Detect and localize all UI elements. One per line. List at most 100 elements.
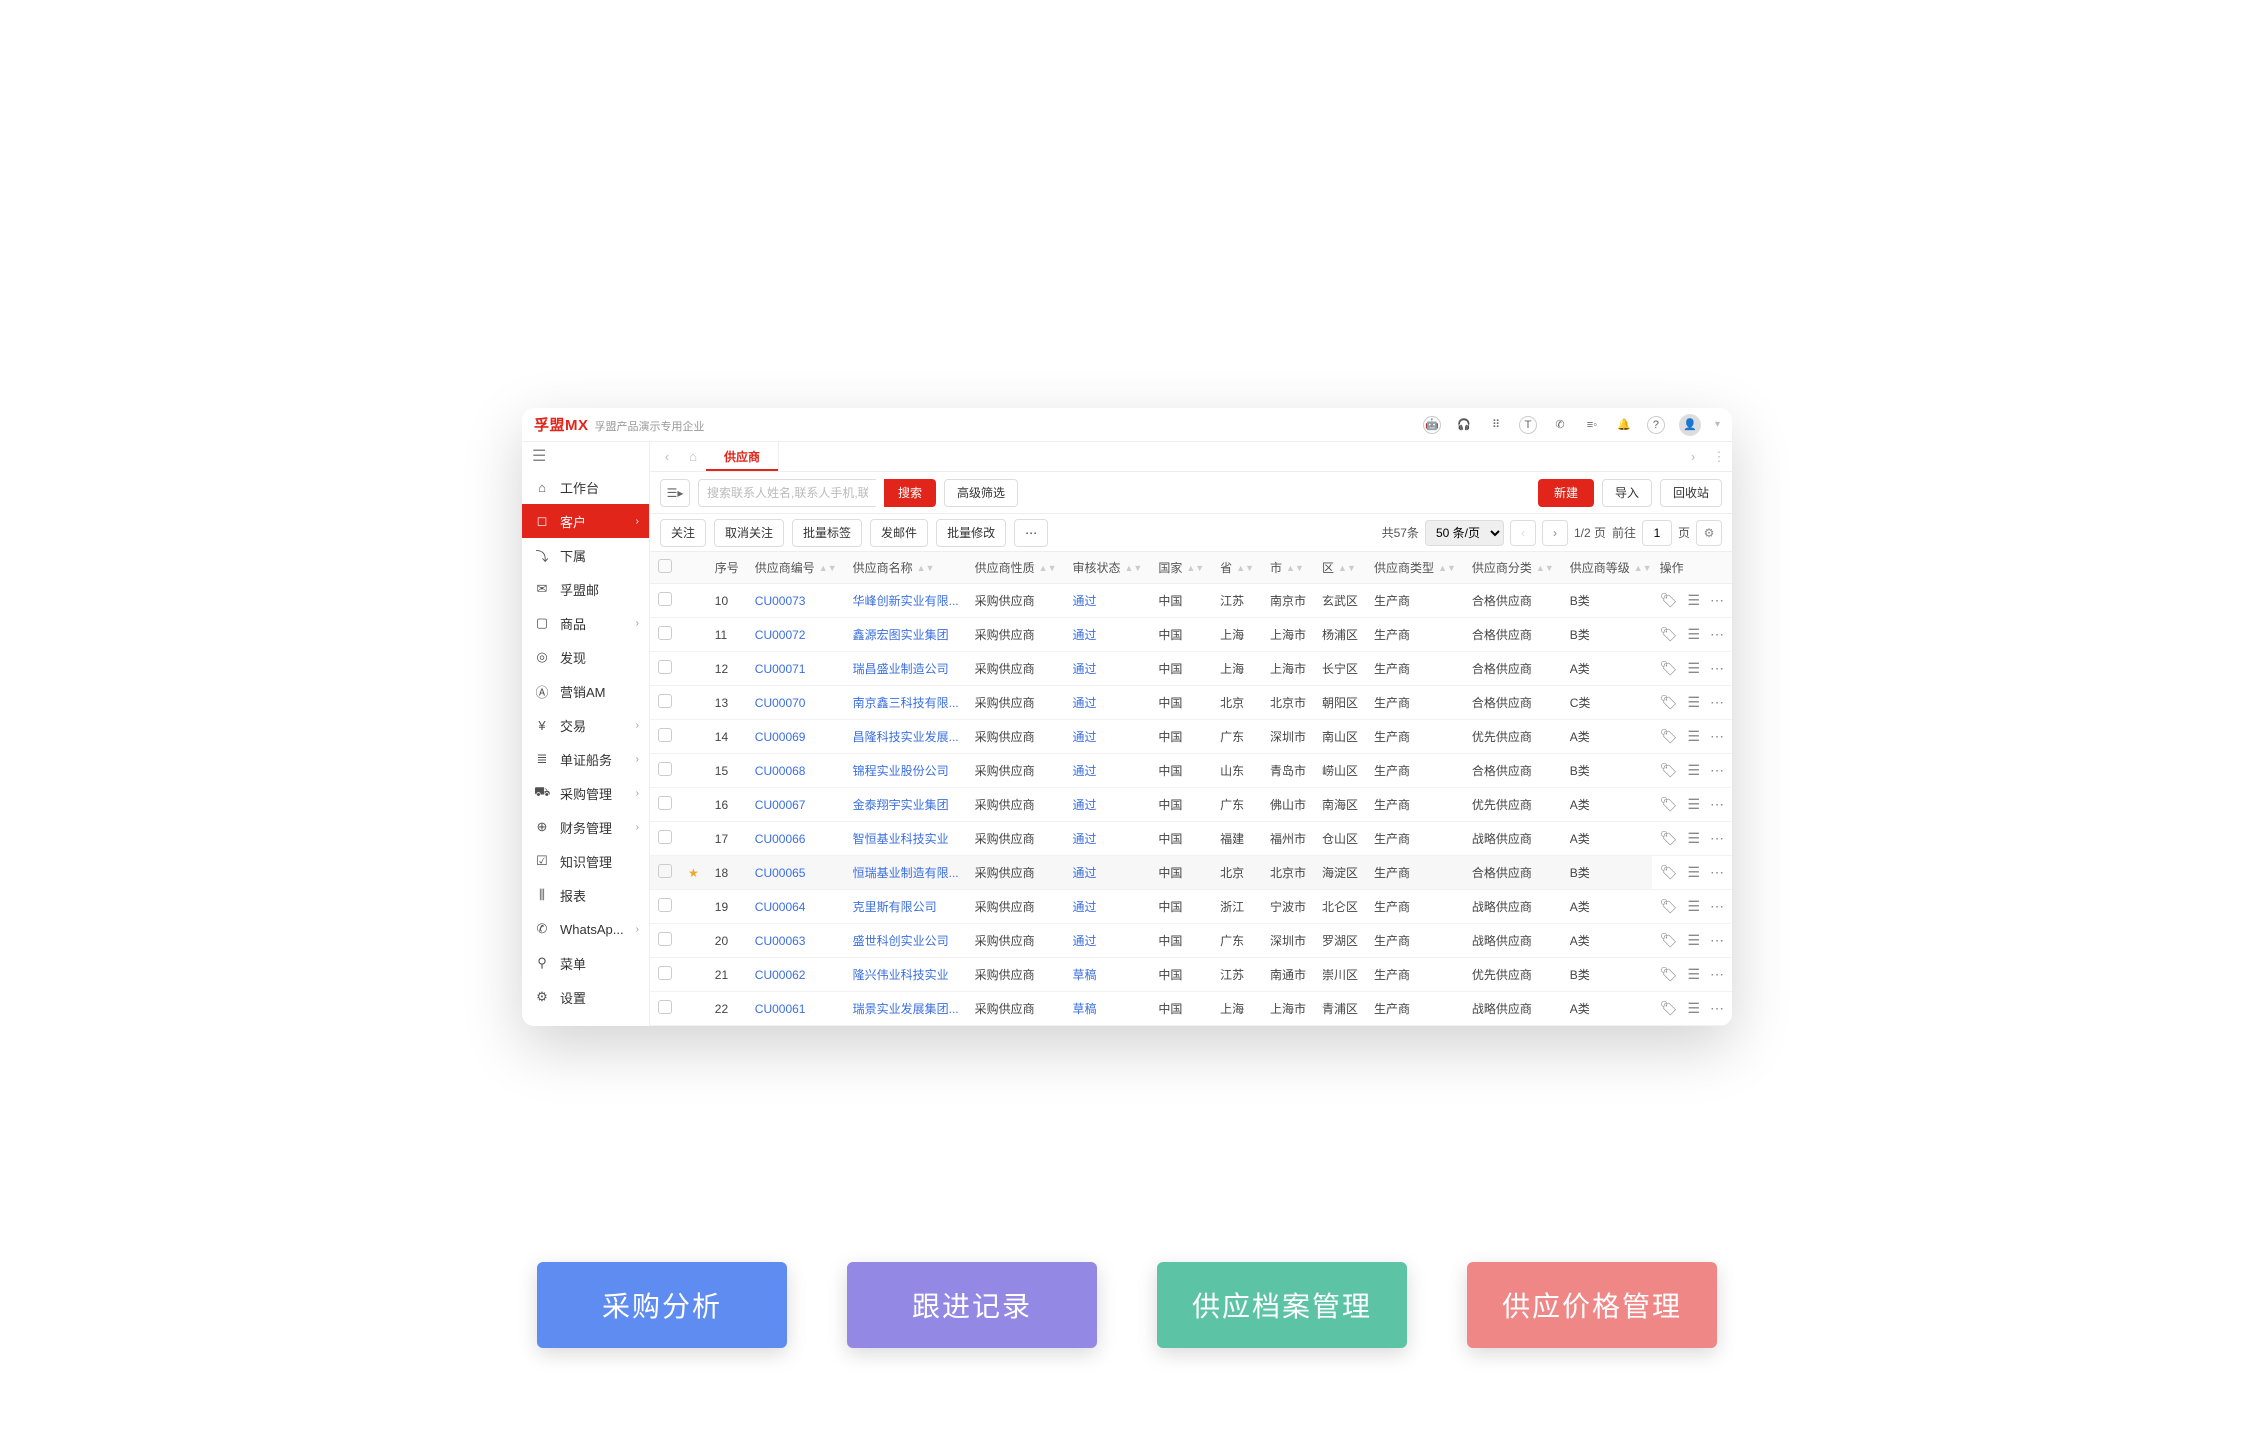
detail-icon[interactable]: ☰: [1687, 932, 1700, 949]
more-icon[interactable]: ⋯: [1710, 626, 1724, 643]
cell-supplier-name[interactable]: 智恒基业科技实业: [853, 832, 949, 846]
cell-audit[interactable]: 通过: [1072, 900, 1096, 914]
whatsapp-icon[interactable]: ✆: [1551, 416, 1569, 434]
adv-filter-button[interactable]: 高级筛选: [944, 479, 1018, 507]
chevron-down-icon[interactable]: ▾: [1715, 419, 1720, 430]
cell-supplier-name[interactable]: 金泰翔宇实业集团: [853, 798, 949, 812]
pager-prev-button[interactable]: ‹: [1510, 520, 1536, 546]
detail-icon[interactable]: ☰: [1687, 966, 1700, 983]
help-icon[interactable]: ?: [1647, 416, 1665, 434]
table-row[interactable]: 10CU00073华峰创新实业有限...采购供应商通过中国江苏南京市玄武区生产商…: [650, 584, 1732, 618]
sidebar-item-13[interactable]: ✆WhatsAp...›: [522, 912, 649, 946]
col-city[interactable]: 市▲▼: [1262, 552, 1314, 584]
tab-next-icon[interactable]: ›: [1680, 442, 1706, 471]
cell-audit[interactable]: 通过: [1072, 798, 1096, 812]
cell-supplier-id[interactable]: CU00069: [755, 730, 806, 744]
row-checkbox[interactable]: [658, 626, 672, 640]
action-button-3[interactable]: 发邮件: [870, 519, 928, 547]
cell-supplier-name[interactable]: 瑞昌盛业制造公司: [853, 662, 949, 676]
pager-goto-input[interactable]: [1642, 520, 1672, 546]
cell-supplier-id[interactable]: CU00062: [755, 968, 806, 982]
action-button-4[interactable]: 批量修改: [936, 519, 1006, 547]
col-supplier-name[interactable]: 供应商名称▲▼: [845, 552, 967, 584]
detail-icon[interactable]: ☰: [1687, 592, 1700, 609]
table-scroll[interactable]: 序号 供应商编号▲▼ 供应商名称▲▼ 供应商性质▲▼ 审核状态▲▼ 国家▲▼ 省…: [650, 552, 1732, 1026]
row-checkbox[interactable]: [658, 1000, 672, 1014]
currency-icon[interactable]: T: [1519, 416, 1537, 434]
sidebar-item-12[interactable]: ⫼报表: [522, 878, 649, 912]
cell-supplier-name[interactable]: 鑫源宏图实业集团: [853, 628, 949, 642]
pager-page-size[interactable]: 50 条/页: [1425, 520, 1504, 546]
cell-audit[interactable]: 通过: [1072, 832, 1096, 846]
detail-icon[interactable]: ☰: [1687, 728, 1700, 745]
tab-suppliers[interactable]: 供应商: [706, 442, 779, 471]
cell-supplier-id[interactable]: CU00065: [755, 866, 806, 880]
detail-icon[interactable]: ☰: [1687, 1000, 1700, 1017]
cell-audit[interactable]: 通过: [1072, 594, 1096, 608]
cell-audit[interactable]: 通过: [1072, 764, 1096, 778]
col-audit[interactable]: 审核状态▲▼: [1064, 552, 1150, 584]
cell-supplier-name[interactable]: 昌隆科技实业发展...: [853, 730, 959, 744]
new-button[interactable]: 新建: [1538, 479, 1594, 507]
row-checkbox[interactable]: [658, 796, 672, 810]
avatar[interactable]: 👤: [1679, 414, 1701, 436]
sidebar-item-0[interactable]: ⌂工作台: [522, 470, 649, 504]
search-button[interactable]: 搜索: [884, 479, 936, 507]
table-row[interactable]: 14CU00069昌隆科技实业发展...采购供应商通过中国广东深圳市南山区生产商…: [650, 720, 1732, 754]
row-checkbox[interactable]: [658, 728, 672, 742]
tag-icon[interactable]: 🏷: [1660, 1000, 1678, 1017]
table-row[interactable]: 19CU00064克里斯有限公司采购供应商通过中国浙江宁波市北仑区生产商战略供应…: [650, 890, 1732, 924]
sidebar-item-9[interactable]: ⛟采购管理›: [522, 776, 649, 810]
sidebar-item-6[interactable]: Ⓐ营销AM: [522, 674, 649, 708]
detail-icon[interactable]: ☰: [1687, 694, 1700, 711]
table-row[interactable]: 11CU00072鑫源宏图实业集团采购供应商通过中国上海上海市杨浦区生产商合格供…: [650, 618, 1732, 652]
tag-icon[interactable]: 🏷: [1660, 592, 1678, 609]
row-checkbox[interactable]: [658, 694, 672, 708]
more-icon[interactable]: ⋯: [1710, 762, 1724, 779]
col-type[interactable]: 供应商类型▲▼: [1366, 552, 1464, 584]
row-checkbox[interactable]: [658, 966, 672, 980]
table-row[interactable]: 20CU00063盛世科创实业公司采购供应商通过中国广东深圳市罗湖区生产商战略供…: [650, 924, 1732, 958]
doc-icon[interactable]: ≡◦: [1583, 416, 1601, 434]
more-icon[interactable]: ⋯: [1710, 864, 1724, 881]
recycle-button[interactable]: 回收站: [1660, 479, 1722, 507]
col-district[interactable]: 区▲▼: [1314, 552, 1366, 584]
cell-audit[interactable]: 通过: [1072, 934, 1096, 948]
tag-icon[interactable]: 🏷: [1660, 966, 1678, 983]
cell-supplier-id[interactable]: CU00072: [755, 628, 806, 642]
more-icon[interactable]: ⋯: [1710, 898, 1724, 915]
more-icon[interactable]: ⋯: [1710, 728, 1724, 745]
more-icon[interactable]: ⋯: [1710, 694, 1724, 711]
cell-supplier-id[interactable]: CU00073: [755, 594, 806, 608]
action-button-1[interactable]: 取消关注: [714, 519, 784, 547]
detail-icon[interactable]: ☰: [1687, 796, 1700, 813]
headset-icon[interactable]: 🎧: [1455, 416, 1473, 434]
tag-icon[interactable]: 🏷: [1660, 762, 1678, 779]
cell-supplier-id[interactable]: CU00063: [755, 934, 806, 948]
star-icon[interactable]: ★: [688, 866, 699, 880]
cell-supplier-id[interactable]: CU00061: [755, 1002, 806, 1016]
detail-icon[interactable]: ☰: [1687, 762, 1700, 779]
table-row[interactable]: 16CU00067金泰翔宇实业集团采购供应商通过中国广东佛山市南海区生产商优先供…: [650, 788, 1732, 822]
tag-icon[interactable]: 🏷: [1660, 694, 1678, 711]
more-actions-button[interactable]: ⋯: [1014, 519, 1048, 547]
more-icon[interactable]: ⋯: [1710, 830, 1724, 847]
row-checkbox[interactable]: [658, 864, 672, 878]
cell-audit[interactable]: 通过: [1072, 866, 1096, 880]
contact-filter-button[interactable]: ☰▸: [660, 479, 690, 507]
sidebar-item-11[interactable]: ☑知识管理: [522, 844, 649, 878]
cell-audit[interactable]: 通过: [1072, 662, 1096, 676]
cell-supplier-name[interactable]: 华峰创新实业有限...: [853, 594, 959, 608]
cell-supplier-name[interactable]: 克里斯有限公司: [853, 900, 937, 914]
table-settings-icon[interactable]: ⚙: [1696, 520, 1722, 546]
cell-supplier-id[interactable]: CU00064: [755, 900, 806, 914]
tag-icon[interactable]: 🏷: [1660, 932, 1678, 949]
cell-audit[interactable]: 通过: [1072, 628, 1096, 642]
table-row[interactable]: 22CU00061瑞景实业发展集团...采购供应商草稿中国上海上海市青浦区生产商…: [650, 992, 1732, 1026]
cell-supplier-id[interactable]: CU00068: [755, 764, 806, 778]
sidebar-item-4[interactable]: ▢商品›: [522, 606, 649, 640]
pager-next-button[interactable]: ›: [1542, 520, 1568, 546]
cell-supplier-name[interactable]: 南京鑫三科技有限...: [853, 696, 959, 710]
col-seq[interactable]: 序号: [707, 552, 747, 584]
row-checkbox[interactable]: [658, 762, 672, 776]
